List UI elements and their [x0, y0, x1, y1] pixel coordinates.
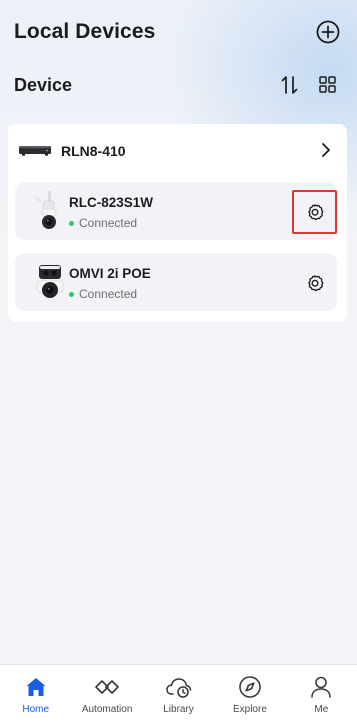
- camera-status-text: Connected: [79, 287, 138, 301]
- tab-label: Me: [314, 704, 329, 715]
- header: Local Devices: [0, 0, 357, 64]
- nvr-row[interactable]: RLN8-410: [8, 124, 347, 176]
- tab-label: Explore: [232, 704, 267, 715]
- plus-circle-icon: [316, 20, 340, 44]
- bottom-tab-bar: Home Automation Library Explore Me: [0, 664, 357, 724]
- nvr-device-icon: [19, 146, 51, 156]
- home-icon: [23, 674, 49, 700]
- tab-automation[interactable]: Automation: [71, 665, 142, 724]
- chevron-right-icon: [322, 143, 330, 157]
- camera-status: Connected: [69, 216, 137, 230]
- camera-settings-button[interactable]: [292, 190, 337, 234]
- status-dot: [69, 291, 74, 297]
- add-device-button[interactable]: [315, 19, 341, 45]
- tab-explore[interactable]: Explore: [214, 665, 285, 724]
- tab-label: Home: [22, 704, 50, 715]
- compass-icon: [237, 674, 263, 700]
- camera-thumbnail: [36, 265, 64, 298]
- grid-view-icon: [318, 75, 336, 93]
- tab-home[interactable]: Home: [0, 665, 71, 724]
- camera-status-text: Connected: [79, 216, 138, 230]
- camera-name: RLC-823S1W: [69, 195, 154, 210]
- automation-icon: [94, 674, 120, 700]
- tab-label: Automation: [81, 704, 133, 715]
- page-title: Local Devices: [14, 20, 156, 43]
- tab-label: Library: [163, 704, 194, 715]
- status-dot: [69, 220, 74, 226]
- tab-library[interactable]: Library: [143, 665, 214, 724]
- nvr-name: RLN8-410: [61, 143, 126, 159]
- camera-settings-button[interactable]: [292, 261, 337, 305]
- device-group-panel: RLN8-410 RLC-823S1W Connected OMVI 2i PO…: [8, 124, 347, 322]
- sort-icon: [281, 76, 298, 94]
- tab-me[interactable]: Me: [286, 665, 357, 724]
- camera-thumbnail: [35, 191, 57, 229]
- camera-status: Connected: [69, 287, 137, 301]
- library-cloud-icon: [165, 674, 192, 700]
- sort-button[interactable]: [279, 74, 301, 96]
- camera-name: OMVI 2i POE: [69, 266, 151, 281]
- view-mode-button[interactable]: [317, 74, 337, 94]
- gear-icon: [307, 275, 323, 292]
- camera-card[interactable]: RLC-823S1W Connected: [15, 182, 337, 240]
- section-title: Device: [14, 75, 73, 95]
- gear-icon: [307, 204, 323, 221]
- camera-card[interactable]: OMVI 2i POE Connected: [15, 253, 337, 311]
- person-icon: [308, 674, 334, 700]
